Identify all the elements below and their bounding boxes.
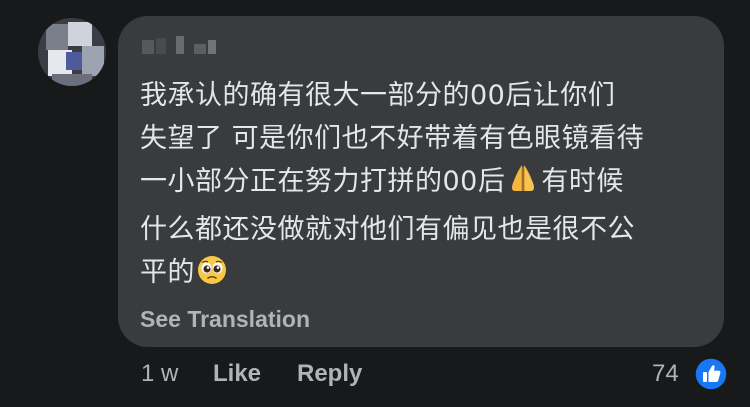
avatar-blur-block xyxy=(52,74,92,86)
avatar-blur-block xyxy=(46,24,68,50)
see-translation-link[interactable]: See Translation xyxy=(140,306,310,333)
comment-text: 我承认的确有很大一部分的00后让你们 失望了 可是你们也不好带着有色眼镜看待 一… xyxy=(140,74,710,299)
name-pixel-block xyxy=(176,36,184,54)
reply-button[interactable]: Reply xyxy=(297,360,362,388)
thumbs-up-icon xyxy=(694,357,728,391)
pleading-face-emoji-icon xyxy=(196,254,228,299)
timestamp[interactable]: 1 w xyxy=(141,360,178,388)
avatar-blur-block xyxy=(68,22,92,46)
name-pixel-block xyxy=(208,40,216,54)
comment-line-text: 一小部分正在努力打拼的00后 xyxy=(140,166,506,197)
reaction-count: 74 xyxy=(652,360,679,387)
comment-line: 什么都还没做就对他们有偏见也是很不公 xyxy=(140,214,635,245)
comment-bubble: 我承认的确有很大一部分的00后让你们 失望了 可是你们也不好带着有色眼镜看待 一… xyxy=(118,16,724,347)
comment-line-text: 平的 xyxy=(140,257,195,288)
comment-line: 失望了 可是你们也不好带着有色眼镜看待 xyxy=(140,123,645,154)
avatar-blur-block xyxy=(82,46,104,76)
comment-line: 一小部分正在努力打拼的00后 有时候 xyxy=(140,160,710,208)
comment-line: 平的 xyxy=(140,251,710,299)
name-pixel-block xyxy=(142,40,154,54)
avatar[interactable] xyxy=(38,18,106,86)
folded-hands-emoji-icon xyxy=(506,161,540,208)
like-button[interactable]: Like xyxy=(213,360,261,388)
author-name-pixelated[interactable] xyxy=(142,34,226,56)
comment-view: 我承认的确有很大一部分的00后让你们 失望了 可是你们也不好带着有色眼镜看待 一… xyxy=(0,0,750,407)
avatar-blur-block xyxy=(66,52,82,70)
name-pixel-block xyxy=(194,44,206,54)
comment-line: 我承认的确有很大一部分的00后让你们 xyxy=(140,80,616,111)
comment-line-text: 有时候 xyxy=(541,166,624,197)
name-pixel-block xyxy=(156,38,166,54)
